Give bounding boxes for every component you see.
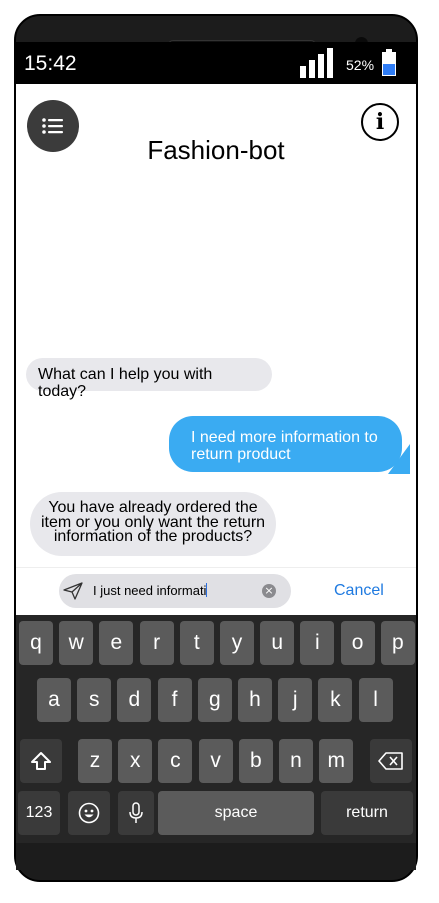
key-y[interactable]: y bbox=[220, 621, 254, 665]
key-a[interactable]: a bbox=[37, 678, 71, 722]
key-n[interactable]: n bbox=[279, 739, 313, 783]
key-r[interactable]: r bbox=[139, 621, 174, 665]
key-m[interactable]: m bbox=[319, 739, 354, 783]
message-input-bar: I just need informati × Cancel bbox=[16, 567, 416, 616]
key-d[interactable]: d bbox=[117, 678, 152, 722]
backspace-icon bbox=[378, 752, 403, 770]
message-line: return product bbox=[191, 446, 291, 463]
key-f[interactable]: f bbox=[157, 678, 192, 722]
keyboard: qwertyuiop asdfghjkl zxcvbnm 123 space r… bbox=[16, 615, 416, 843]
info-icon: i bbox=[375, 109, 385, 135]
microphone-key[interactable] bbox=[118, 791, 154, 835]
bot-message: What can I help you with today? bbox=[26, 358, 272, 400]
key-g[interactable]: g bbox=[197, 678, 232, 722]
message-input[interactable]: I just need informati × bbox=[59, 574, 291, 608]
backspace-key[interactable] bbox=[370, 739, 412, 783]
microphone-icon bbox=[129, 802, 143, 823]
emoji-key[interactable] bbox=[68, 791, 110, 835]
space-key[interactable]: space bbox=[158, 791, 314, 835]
key-o[interactable]: o bbox=[340, 621, 375, 665]
chat-screen: i Fashion-bot What can I help you with t… bbox=[16, 84, 416, 615]
key-l[interactable]: l bbox=[358, 678, 393, 722]
key-v[interactable]: v bbox=[198, 739, 233, 783]
key-q[interactable]: q bbox=[19, 621, 53, 665]
battery-icon bbox=[382, 49, 396, 76]
list-icon bbox=[42, 118, 63, 134]
return-key[interactable]: return bbox=[321, 791, 413, 835]
cancel-button[interactable]: Cancel bbox=[334, 582, 384, 600]
key-u[interactable]: u bbox=[260, 621, 295, 665]
key-x[interactable]: x bbox=[118, 739, 153, 783]
key-e[interactable]: e bbox=[99, 621, 134, 665]
emoji-icon bbox=[78, 802, 100, 824]
text-caret bbox=[206, 583, 208, 597]
page-title: Fashion-bot bbox=[147, 135, 285, 165]
user-message: I need more information to return produc… bbox=[169, 416, 402, 472]
key-b[interactable]: b bbox=[238, 739, 273, 783]
send-icon[interactable] bbox=[63, 582, 83, 600]
phone-chin bbox=[16, 843, 416, 870]
input-value: I just need informati bbox=[93, 583, 208, 598]
message-line: information of the products? bbox=[53, 528, 253, 545]
key-h[interactable]: h bbox=[238, 678, 272, 722]
clear-icon[interactable]: × bbox=[262, 584, 276, 598]
status-time: 15:42 bbox=[24, 52, 77, 75]
key-p[interactable]: p bbox=[380, 621, 415, 665]
shift-icon bbox=[31, 752, 51, 770]
key-s[interactable]: s bbox=[77, 678, 112, 722]
message-line: I need more information to bbox=[191, 429, 378, 446]
key-j[interactable]: j bbox=[278, 678, 313, 722]
key-k[interactable]: k bbox=[318, 678, 353, 722]
numbers-key[interactable]: 123 bbox=[18, 791, 60, 835]
battery-percent: 52% bbox=[346, 57, 375, 73]
shift-key[interactable] bbox=[20, 739, 62, 783]
key-t[interactable]: t bbox=[179, 621, 214, 665]
key-w[interactable]: w bbox=[59, 621, 94, 665]
key-c[interactable]: c bbox=[158, 739, 193, 783]
signal-icon bbox=[300, 48, 334, 78]
status-bar: 15:42 52% bbox=[16, 42, 416, 84]
message-text: What can I help you with today? bbox=[38, 366, 213, 400]
key-z[interactable]: z bbox=[78, 739, 112, 783]
key-i[interactable]: i bbox=[300, 621, 335, 665]
bot-message: You have already ordered the item or you… bbox=[30, 492, 276, 556]
